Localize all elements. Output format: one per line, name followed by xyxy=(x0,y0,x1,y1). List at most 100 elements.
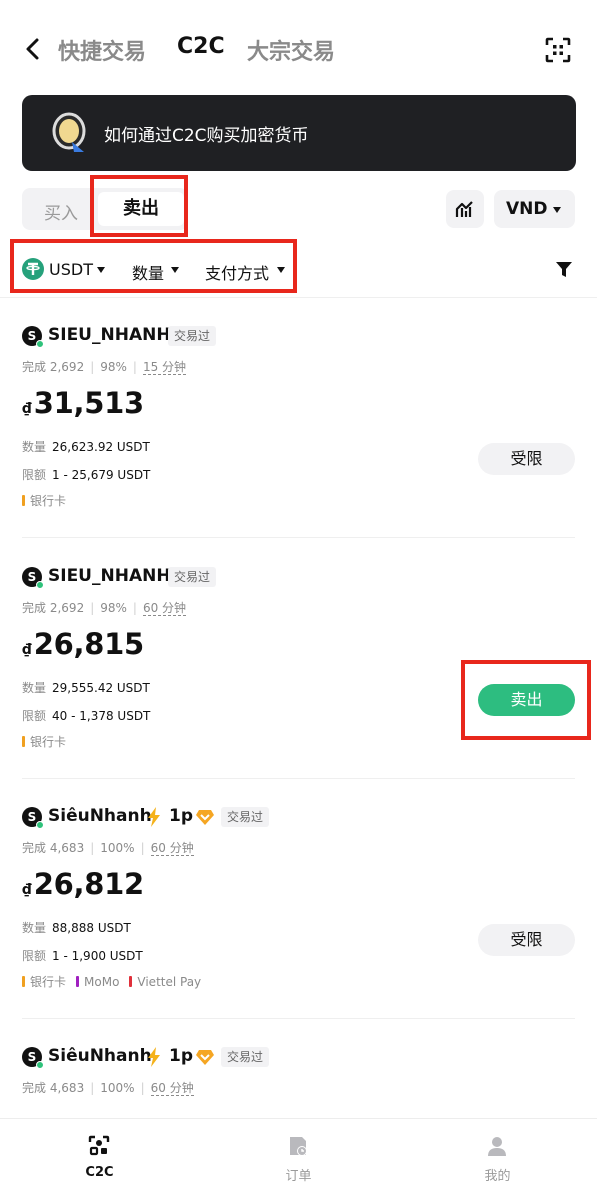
nav-profile[interactable]: 我的 xyxy=(398,1119,597,1200)
online-dot-icon xyxy=(36,581,44,589)
completed-count: 4,683 xyxy=(49,841,85,855)
limit-value: 1 - 25,679 USDT xyxy=(52,468,151,482)
chart-icon xyxy=(455,201,473,217)
payment-time: 60 分钟 xyxy=(150,841,194,856)
completed-count: 2,692 xyxy=(49,601,85,615)
price-value: 26,812 xyxy=(33,867,144,901)
completion-rate: 100% xyxy=(100,841,135,855)
listing-card: S SIEU_NHANH 交易过 完成 2,692 | 98% | 60 分钟 ₫26,… xyxy=(0,539,597,779)
banner-text: 如何通过C2C购买加密货币 xyxy=(104,126,309,146)
completion-rate: 98% xyxy=(100,601,127,615)
restricted-button[interactable]: 受限 xyxy=(478,443,575,475)
payment-methods: 银行卡 xyxy=(22,492,76,509)
chevron-down-icon xyxy=(553,207,561,213)
quantity-row: 数量 26,623.92 USDT xyxy=(22,438,150,455)
payment-time: 15 分钟 xyxy=(142,360,187,375)
limit-row: 限额 40 - 1,378 USDT xyxy=(22,707,150,724)
payment-method-filter[interactable]: 支付方式 xyxy=(205,260,269,284)
merchant-name-suffix: 1p xyxy=(169,806,193,826)
online-dot-icon xyxy=(36,340,44,348)
currency-symbol: ₫ xyxy=(22,882,32,898)
chart-button[interactable] xyxy=(446,190,484,228)
chevron-down-icon xyxy=(277,267,285,273)
price: ₫26,815 xyxy=(22,627,144,661)
tab-quick-trade[interactable]: 快捷交易 xyxy=(58,34,146,66)
quantity-value: 88,888 USDT xyxy=(52,921,131,935)
currency-symbol: ₫ xyxy=(22,401,32,417)
tab-block-trade[interactable]: 大宗交易 xyxy=(247,34,335,66)
merchant-stats: 完成 2,692 | 98% | 15 分钟 xyxy=(22,360,187,375)
tab-c2c[interactable]: C2C xyxy=(177,34,225,59)
traded-tag: 交易过 xyxy=(168,326,217,346)
verified-badge-icon xyxy=(196,810,214,825)
payment-method: 银行卡 xyxy=(22,492,66,509)
quantity-value: 29,555.42 USDT xyxy=(52,681,150,695)
merchant-stats: 完成 4,683 | 100% | 60 分钟 xyxy=(22,1081,194,1096)
price: ₫26,812 xyxy=(22,867,144,901)
quantity-row: 数量 29,555.42 USDT xyxy=(22,679,150,696)
completion-rate: 100% xyxy=(100,1081,135,1095)
chevron-down-icon xyxy=(171,267,179,273)
price-value: 26,815 xyxy=(33,627,144,661)
traded-tag: 交易过 xyxy=(221,807,270,827)
merchant-name[interactable]: SiêuNhanh xyxy=(48,806,152,826)
c2c-icon xyxy=(88,1135,110,1156)
online-dot-icon xyxy=(36,821,44,829)
payment-method: 银行卡 xyxy=(22,973,66,990)
price-value: 31,513 xyxy=(33,386,144,420)
nav-label: 订单 xyxy=(285,1169,312,1184)
sell-button[interactable]: 卖出 xyxy=(478,684,575,716)
listing-card: S SiêuNhanh 1p 交易过 完成 4,683 | 100% | 60 分钟 xyxy=(0,1019,597,1119)
nav-label: 我的 xyxy=(484,1169,511,1184)
completed-label: 完成 xyxy=(22,1081,47,1095)
asset-filter[interactable]: USDT xyxy=(49,260,93,279)
verified-badge-icon xyxy=(196,1050,214,1065)
restricted-button[interactable]: 受限 xyxy=(478,924,575,956)
chevron-down-icon xyxy=(97,267,105,273)
limit-label: 限额 xyxy=(22,468,47,482)
quantity-label: 数量 xyxy=(22,440,47,454)
nav-label: C2C xyxy=(85,1165,114,1180)
quantity-label: 数量 xyxy=(22,681,47,695)
lightning-icon xyxy=(148,807,160,827)
quantity-label: 数量 xyxy=(22,921,47,935)
completed-count: 2,692 xyxy=(49,360,85,374)
back-arrow-icon[interactable] xyxy=(22,36,44,62)
price: ₫31,513 xyxy=(22,386,144,420)
nav-orders[interactable]: 订单 xyxy=(199,1119,398,1200)
merchant-name[interactable]: SIEU_NHANH xyxy=(48,566,171,586)
scan-icon[interactable] xyxy=(545,37,571,63)
nav-c2c[interactable]: C2C xyxy=(0,1119,199,1200)
payment-method: Viettel Pay xyxy=(129,975,201,989)
merchant-name[interactable]: SiêuNhanh xyxy=(48,1046,152,1066)
profile-icon xyxy=(488,1137,506,1156)
top-header: 快捷交易 C2C 大宗交易 xyxy=(0,0,597,96)
merchant-stats: 完成 2,692 | 98% | 60 分钟 xyxy=(22,601,187,616)
filter-funnel-icon[interactable] xyxy=(555,260,573,278)
online-dot-icon xyxy=(36,1061,44,1069)
completed-label: 完成 xyxy=(22,360,47,374)
traded-tag: 交易过 xyxy=(168,567,217,587)
limit-value: 40 - 1,378 USDT xyxy=(52,709,151,723)
crypto-coin-icon xyxy=(52,112,86,152)
payment-methods: 银行卡 xyxy=(22,733,76,750)
payment-methods: 银行卡 MoMo Viettel Pay xyxy=(22,973,211,990)
guide-banner[interactable]: 如何通过C2C购买加密货币 xyxy=(22,95,576,171)
merchant-name[interactable]: SIEU_NHANH xyxy=(48,325,171,345)
buy-tab[interactable]: 买入 xyxy=(44,199,78,224)
quantity-value: 26,623.92 USDT xyxy=(52,440,150,454)
merchant-name-suffix: 1p xyxy=(169,1046,193,1066)
sell-tab[interactable]: 卖出 xyxy=(98,192,184,226)
usdt-logo-icon xyxy=(22,258,44,280)
bottom-nav: C2C 订单 我的 xyxy=(0,1118,597,1200)
payment-time: 60 分钟 xyxy=(142,601,187,616)
trade-side-toggle: 买入 卖出 xyxy=(22,188,188,230)
payment-time: 60 分钟 xyxy=(150,1081,194,1096)
limit-row: 限额 1 - 25,679 USDT xyxy=(22,466,150,483)
fiat-currency-label: VND xyxy=(506,199,548,219)
quantity-row: 数量 88,888 USDT xyxy=(22,919,131,936)
fiat-currency-select[interactable]: VND xyxy=(494,190,575,228)
limit-label: 限额 xyxy=(22,709,47,723)
amount-filter[interactable]: 数量 xyxy=(132,260,164,284)
completed-label: 完成 xyxy=(22,601,47,615)
